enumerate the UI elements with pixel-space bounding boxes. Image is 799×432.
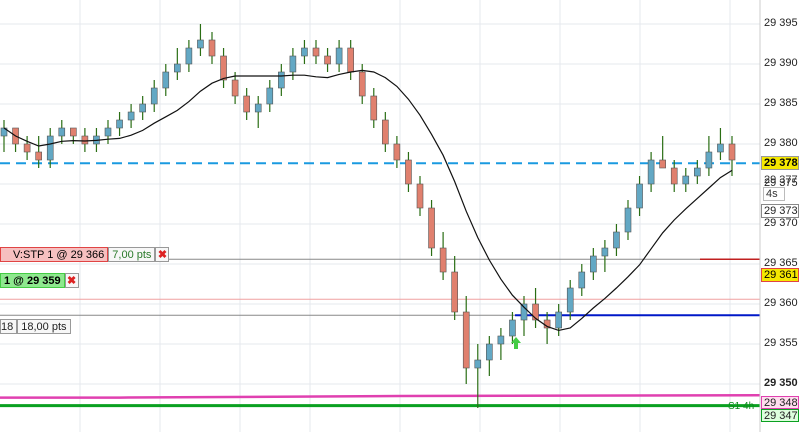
candle-body bbox=[659, 159, 666, 169]
countdown-tag: 4s bbox=[763, 187, 785, 201]
candle-body bbox=[509, 319, 516, 337]
price-axis-label: 29 380 bbox=[764, 137, 798, 149]
current-price-tag: 29 378 bbox=[761, 156, 799, 170]
candle-body bbox=[185, 47, 193, 65]
candle-body bbox=[301, 47, 308, 57]
candle-body bbox=[266, 87, 274, 105]
candle-body bbox=[162, 71, 170, 89]
candle-body bbox=[243, 95, 250, 113]
price-candles bbox=[0, 24, 736, 408]
limit-order-sub: 18 18,00 pts bbox=[0, 318, 71, 335]
stop-order-label[interactable]: V:STP 1 @ 29 366 bbox=[0, 247, 109, 262]
candle-body bbox=[174, 63, 181, 73]
stop-order-close-icon[interactable]: ✖ bbox=[155, 247, 170, 262]
candle-body bbox=[613, 231, 620, 249]
support-label: S1 4h bbox=[728, 401, 755, 412]
candle-body bbox=[601, 247, 609, 257]
candle-body bbox=[705, 151, 713, 169]
chart-horizontal-lines bbox=[0, 162, 761, 408]
pivot-line bbox=[0, 393, 761, 399]
limit-order-label[interactable]: 1 @ 29 359 bbox=[0, 273, 65, 288]
stop-order-widget[interactable]: V:STP 1 @ 29 366 7,00 pts ✖ bbox=[0, 246, 170, 263]
candle-body bbox=[682, 175, 690, 185]
candle-body bbox=[23, 143, 31, 153]
candle-body bbox=[70, 127, 77, 137]
candle-body bbox=[382, 119, 389, 145]
candle-body bbox=[289, 55, 297, 73]
candle-body bbox=[566, 287, 574, 313]
order-price-tag-29361: 29 361 bbox=[761, 268, 799, 282]
limit-order-widget[interactable]: 1 @ 29 359 ✖ bbox=[0, 272, 79, 289]
candle-body bbox=[416, 183, 424, 209]
candle-body bbox=[278, 71, 285, 89]
candle-body bbox=[220, 55, 227, 81]
candle-body bbox=[46, 135, 54, 161]
candle-body bbox=[335, 47, 343, 65]
price-axis-label: 29 360 bbox=[764, 297, 798, 309]
candle-body bbox=[347, 47, 354, 73]
chart-grid bbox=[0, 0, 760, 432]
candle-body bbox=[462, 311, 470, 369]
candle-body bbox=[35, 151, 42, 161]
candle-body bbox=[312, 47, 320, 57]
candle-body bbox=[647, 159, 655, 185]
candle-body bbox=[451, 271, 458, 313]
candle-body bbox=[486, 343, 493, 361]
candle-body bbox=[358, 71, 366, 97]
price-axis-label: 29 370 bbox=[764, 217, 798, 229]
candle-body bbox=[393, 143, 401, 161]
price-tag-29377: 29 377 bbox=[764, 174, 798, 186]
price-axis-label: 29 395 bbox=[764, 17, 798, 29]
candle-body bbox=[370, 95, 378, 121]
candle-body bbox=[139, 103, 146, 113]
candle-body bbox=[624, 207, 632, 233]
candle-body bbox=[694, 167, 701, 177]
candle-body bbox=[254, 103, 262, 113]
candle-body bbox=[104, 127, 112, 137]
candle-body bbox=[428, 207, 435, 249]
candle-body bbox=[116, 119, 123, 129]
pivot-price-tag: 29 348 bbox=[761, 396, 799, 409]
moving-average-line bbox=[3, 69, 733, 332]
price-axis-label: 29 390 bbox=[764, 57, 798, 69]
price-axis-label: 29 350 bbox=[764, 377, 798, 389]
candle-body bbox=[81, 135, 89, 145]
candle-body bbox=[231, 79, 239, 97]
candle-body bbox=[324, 55, 331, 65]
candle-body bbox=[208, 39, 216, 57]
candle-body bbox=[578, 271, 586, 289]
candle-body bbox=[555, 311, 562, 329]
candle-body bbox=[728, 143, 736, 161]
candle-body bbox=[127, 111, 135, 121]
candle-body bbox=[439, 247, 447, 273]
candle-body bbox=[636, 183, 643, 209]
limit-order-prefix: 18 bbox=[0, 319, 18, 334]
candle-body bbox=[670, 167, 678, 185]
candle-body bbox=[474, 359, 482, 369]
candlestick-chart[interactable] bbox=[0, 0, 799, 432]
price-axis-label: 29 355 bbox=[764, 337, 798, 349]
stop-order-pts: 7,00 pts bbox=[108, 247, 156, 262]
candle-body bbox=[197, 39, 204, 49]
price-axis-label: 29 385 bbox=[764, 97, 798, 109]
ma-price-tag: 29 373 bbox=[761, 204, 799, 218]
candle-body bbox=[150, 87, 158, 105]
candle-body bbox=[590, 255, 597, 273]
candle-body bbox=[58, 127, 66, 137]
candle-body bbox=[717, 143, 724, 153]
support-price-tag: 29 347 bbox=[761, 409, 799, 422]
candle-body bbox=[497, 335, 505, 345]
candle-body bbox=[405, 159, 412, 185]
limit-order-pts: 18,00 pts bbox=[17, 319, 71, 334]
buy-arrow-icon bbox=[511, 337, 521, 349]
limit-order-close-icon[interactable]: ✖ bbox=[64, 273, 79, 288]
